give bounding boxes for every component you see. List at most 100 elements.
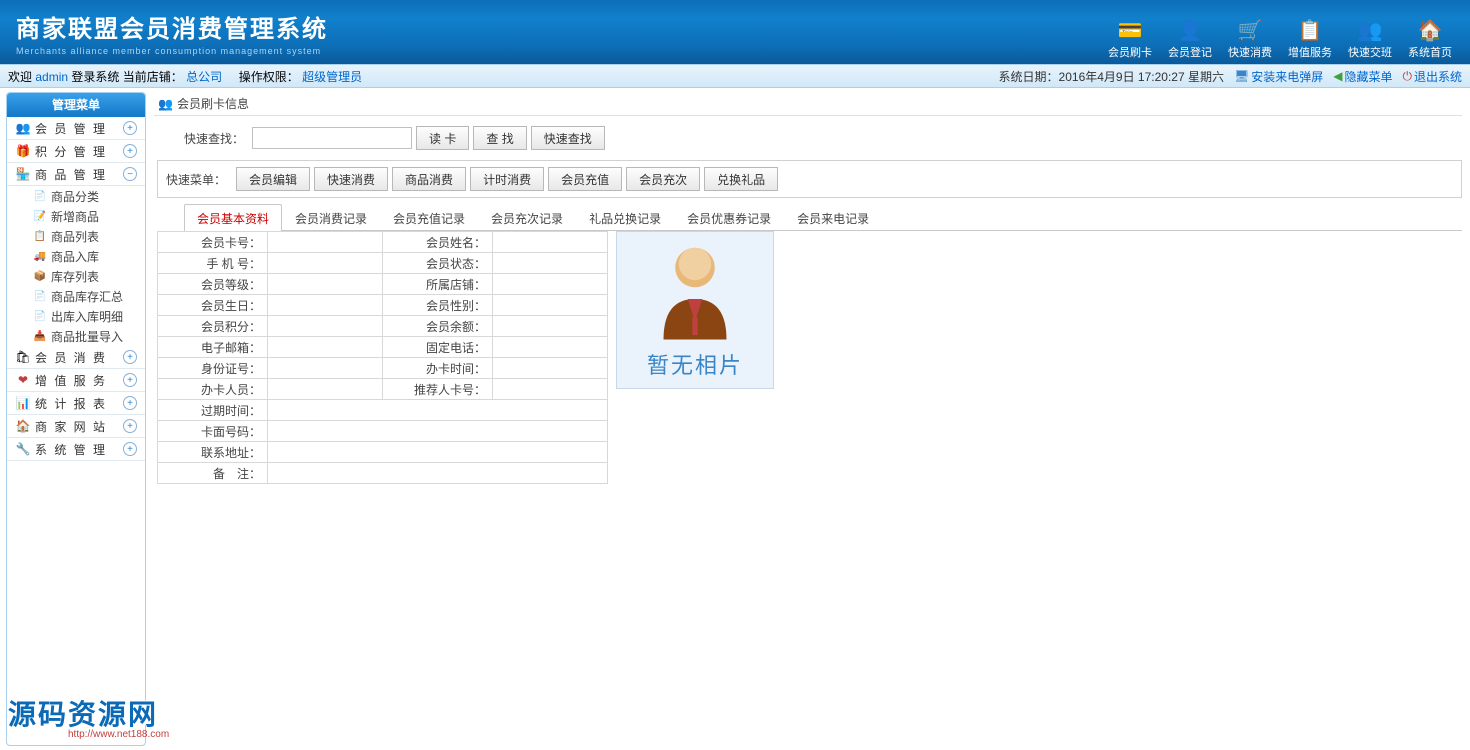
field-value (268, 358, 383, 379)
field-value (268, 232, 383, 253)
table-row: 电子邮箱：固定电话： (158, 337, 608, 358)
monitor-icon: 🖥 (1234, 69, 1249, 83)
system-date: 系统日期：2016年4月9日 17:20:27 星期六 (999, 68, 1224, 85)
content-header: 👥 会员刷卡信息 (154, 92, 1462, 116)
menu-label: 会 员 消 费 (35, 349, 123, 366)
current-user[interactable]: admin (35, 70, 68, 84)
search-input[interactable] (252, 127, 412, 149)
quick-button-4[interactable]: 会员充值 (548, 167, 622, 191)
sidebar-subitem[interactable]: 🚚商品入库 (7, 246, 145, 266)
sidebar-item-6[interactable]: 🏠商 家 网 站+ (7, 415, 145, 438)
tab-1[interactable]: 会员消费记录 (282, 204, 380, 231)
field-label: 会员状态： (383, 253, 493, 274)
field-value (493, 316, 608, 337)
nav-member-card[interactable]: 💳会员刷卡 (1100, 14, 1160, 62)
tab-4[interactable]: 礼品兑换记录 (576, 204, 674, 231)
quick-button-1[interactable]: 快速消费 (314, 167, 388, 191)
app-title: 商家联盟会员消费管理系统 (16, 9, 328, 44)
install-popup-link[interactable]: 🖥安装来电弹屏 (1234, 68, 1323, 85)
nav-home[interactable]: 🏠系统首页 (1400, 14, 1460, 62)
current-permission[interactable]: 超级管理员 (302, 70, 362, 84)
menu-icon: 📊 (15, 395, 31, 411)
field-label: 备 注： (158, 463, 268, 484)
sidebar-item-3[interactable]: 🛍会 员 消 费+ (7, 346, 145, 369)
field-label: 办卡人员： (158, 379, 268, 400)
quick-button-5[interactable]: 会员充次 (626, 167, 700, 191)
detail-section: 会员卡号：会员姓名：手 机 号：会员状态：会员等级：所属店铺：会员生日：会员性别… (157, 231, 1462, 484)
doc-icon: 📦 (33, 269, 47, 283)
sidebar-item-7[interactable]: 🔧系 统 管 理+ (7, 438, 145, 461)
nav-value-added[interactable]: 📋增值服务 (1280, 14, 1340, 62)
table-row: 联系地址： (158, 442, 608, 463)
submenu-label: 商品库存汇总 (51, 288, 123, 305)
sidebar-subitem[interactable]: 📄出库入库明细 (7, 306, 145, 326)
menu-icon: 🛍 (15, 349, 31, 365)
sidebar-item-4[interactable]: ❤增 值 服 务+ (7, 369, 145, 392)
home-icon: 🏠 (1416, 16, 1444, 44)
field-value (493, 232, 608, 253)
sidebar-subitem[interactable]: 📋商品列表 (7, 226, 145, 246)
field-value (268, 295, 383, 316)
quick-button-0[interactable]: 会员编辑 (236, 167, 310, 191)
field-value (268, 463, 608, 484)
find-button[interactable]: 查 找 (473, 126, 526, 150)
menu-icon: 🏠 (15, 418, 31, 434)
doc-icon: 📥 (33, 329, 47, 343)
expand-icon: + (123, 396, 137, 410)
tab-6[interactable]: 会员来电记录 (784, 204, 882, 231)
field-label: 会员等级： (158, 274, 268, 295)
field-label: 联系地址： (158, 442, 268, 463)
quick-button-3[interactable]: 计时消费 (470, 167, 544, 191)
expand-icon: + (123, 350, 137, 364)
menu-icon: 👥 (15, 120, 31, 136)
tab-0[interactable]: 会员基本资料 (184, 204, 282, 231)
quick-find-button[interactable]: 快速查找 (531, 126, 605, 150)
sidebar-item-1[interactable]: 🎁积 分 管 理+ (7, 140, 145, 163)
menu-icon: 🔧 (15, 441, 31, 457)
sidebar-subitem[interactable]: 📄 商品库存汇总 (7, 286, 145, 306)
expand-icon: + (123, 121, 137, 135)
submenu-label: 商品分类 (51, 188, 99, 205)
tab-2[interactable]: 会员充值记录 (380, 204, 478, 231)
users-icon: 👥 (158, 97, 173, 111)
field-value (268, 400, 608, 421)
field-value (493, 358, 608, 379)
menu-icon: ❤ (15, 372, 31, 388)
nav-shift[interactable]: 👥快速交班 (1340, 14, 1400, 62)
field-label: 会员卡号： (158, 232, 268, 253)
field-label: 固定电话： (383, 337, 493, 358)
current-store[interactable]: 总公司 (186, 70, 222, 84)
sidebar-item-5[interactable]: 📊统 计 报 表+ (7, 392, 145, 415)
sidebar-subitem[interactable]: 📥商品批量导入 (7, 326, 145, 346)
nav-member-register[interactable]: 👤会员登记 (1160, 14, 1220, 62)
read-card-button[interactable]: 读 卡 (416, 126, 469, 150)
sidebar-item-0[interactable]: 👥会 员 管 理+ (7, 117, 145, 140)
doc-icon: 📝 (33, 209, 47, 223)
nav-quick-consume[interactable]: 🛒快速消费 (1220, 14, 1280, 62)
main: 管理菜单 👥会 员 管 理+🎁积 分 管 理+🏪商 品 管 理−📄商品分类📝新增… (0, 88, 1470, 750)
header: 商家联盟会员消费管理系统 Merchants alliance member c… (0, 0, 1470, 64)
quick-button-6[interactable]: 兑换礼品 (704, 167, 778, 191)
field-label: 会员余额： (383, 316, 493, 337)
expand-icon: + (123, 419, 137, 433)
sidebar-subitem[interactable]: 📦库存列表 (7, 266, 145, 286)
sidebar-subitem[interactable]: 📝新增商品 (7, 206, 145, 226)
doc-icon: 📄 (33, 289, 47, 303)
logout-link[interactable]: ⏻退出系统 (1402, 68, 1462, 85)
field-label: 会员积分： (158, 316, 268, 337)
field-value (268, 337, 383, 358)
sidebar-menu: 👥会 员 管 理+🎁积 分 管 理+🏪商 品 管 理−📄商品分类📝新增商品📋商品… (7, 117, 145, 461)
content-title: 会员刷卡信息 (177, 95, 249, 112)
sidebar-item-2[interactable]: 🏪商 品 管 理− (7, 163, 145, 186)
menu-label: 商 家 网 站 (35, 418, 123, 435)
quick-button-2[interactable]: 商品消费 (392, 167, 466, 191)
tab-5[interactable]: 会员优惠券记录 (674, 204, 784, 231)
field-value (493, 295, 608, 316)
tab-3[interactable]: 会员充次记录 (478, 204, 576, 231)
menu-label: 统 计 报 表 (35, 395, 123, 412)
sidebar-subitem[interactable]: 📄商品分类 (7, 186, 145, 206)
expand-icon: + (123, 373, 137, 387)
collapse-icon: ◀ (1333, 69, 1342, 83)
hide-menu-link[interactable]: ◀隐藏菜单 (1333, 68, 1392, 85)
status-left: 欢迎 admin 登录系统 当前店铺： 总公司 操作权限： 超级管理员 (8, 68, 999, 85)
